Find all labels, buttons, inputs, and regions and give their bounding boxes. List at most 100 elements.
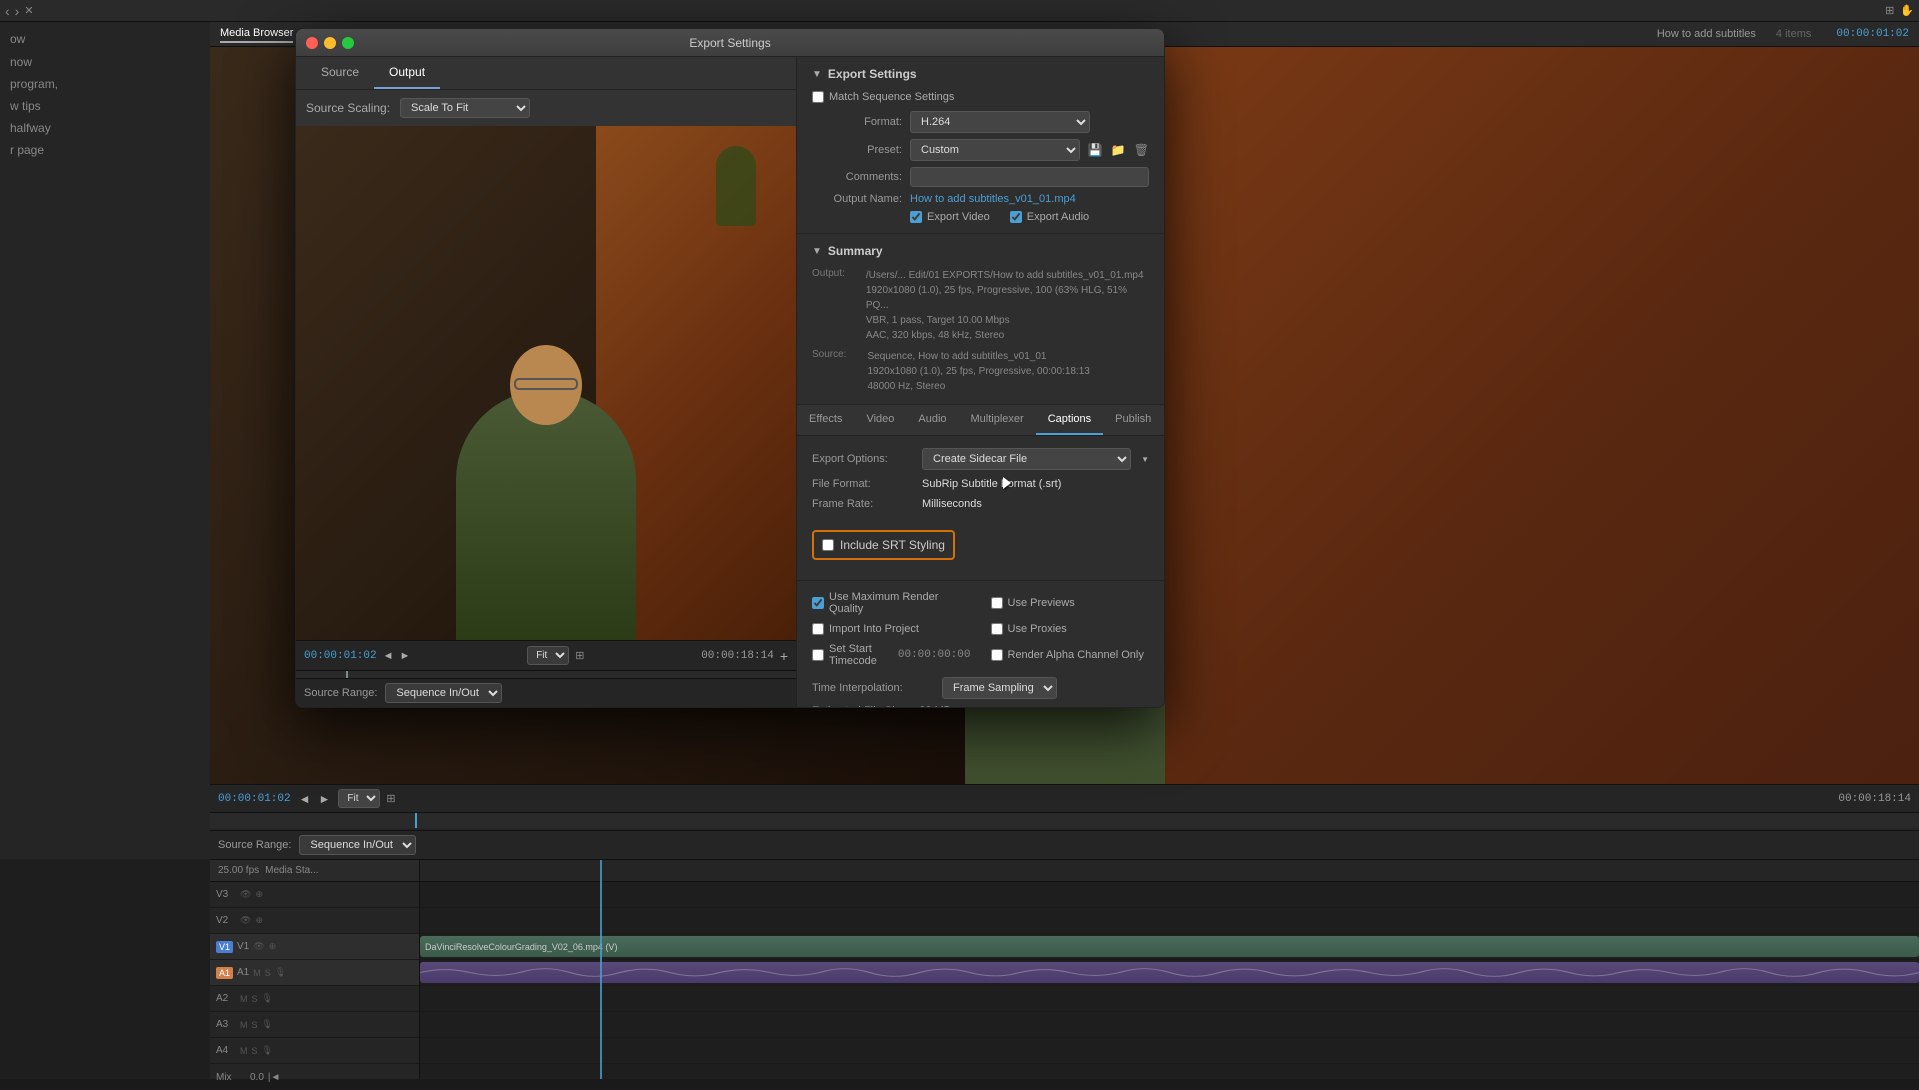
format-select[interactable]: H.264 — [910, 111, 1090, 133]
play-back-btn[interactable]: ◄ — [299, 792, 311, 806]
include-srt-container: Include SRT Styling — [812, 522, 1149, 568]
a4-s[interactable]: S — [252, 1046, 258, 1056]
comments-input[interactable] — [910, 167, 1149, 187]
fit-select[interactable]: Fit — [338, 789, 380, 808]
source-scaling-row: Source Scaling: Scale To Fit — [296, 90, 796, 126]
toolbar-back[interactable]: ‹ — [5, 3, 10, 19]
section-header-summary: ▼ Summary — [812, 244, 1149, 258]
v1-clip-label: DaVinciResolveColourGrading_V02_06.mp4 (… — [425, 942, 617, 952]
output-name-link[interactable]: How to add subtitles_v01_01.mp4 — [910, 193, 1076, 205]
app-toolbar: ‹ › ✕ ⊞ ✋ — [0, 0, 1919, 22]
preset-save-icon[interactable]: 💾 — [1088, 143, 1103, 157]
crop-btn[interactable]: ⊞ — [575, 649, 584, 662]
tab-captions[interactable]: Captions — [1036, 405, 1103, 435]
use-max-render-text: Use Maximum Render Quality — [829, 591, 971, 615]
source-range-select[interactable]: Sequence In/Out — [299, 835, 416, 855]
use-proxies-checkbox[interactable] — [991, 623, 1003, 635]
sidebar-item-1: ow — [0, 22, 210, 51]
include-srt-checkbox[interactable] — [822, 539, 834, 551]
dialog-play-back[interactable]: ◄ — [383, 650, 394, 662]
set-start-timecode-checkbox[interactable] — [812, 649, 824, 661]
import-into-project-label[interactable]: Import Into Project — [812, 623, 971, 635]
settings-panel: ▼ Export Settings Match Sequence Setting… — [796, 57, 1164, 707]
toolbar-close[interactable]: ✕ — [24, 4, 33, 17]
dialog-fit-select[interactable]: Fit — [527, 646, 569, 665]
a1-solo[interactable]: S — [265, 968, 271, 978]
export-audio-label[interactable]: Export Audio — [1010, 211, 1089, 223]
dialog-playhead-bar[interactable] — [296, 670, 796, 678]
use-previews-checkbox[interactable] — [991, 597, 1003, 609]
collapse-toggle[interactable]: ▼ — [812, 69, 822, 80]
a2-m[interactable]: M — [240, 994, 248, 1004]
v2-label: V2 — [216, 915, 236, 926]
v1-icon-lock[interactable]: ⊕ — [269, 941, 277, 952]
interpolation-select[interactable]: Frame Sampling — [942, 677, 1057, 699]
add-marker-btn[interactable]: + — [780, 648, 788, 664]
export-options-select[interactable]: Create Sidecar File — [922, 448, 1131, 470]
preset-folder-icon[interactable]: 📁 — [1111, 143, 1126, 157]
tab-multiplexer[interactable]: Multiplexer — [959, 405, 1036, 435]
v3-icon-eye[interactable]: 👁 — [240, 889, 251, 900]
export-video-label[interactable]: Export Video — [910, 211, 990, 223]
a2-s[interactable]: S — [252, 994, 258, 1004]
set-start-timecode-label[interactable]: Set Start Timecode 00:00:00:00 — [812, 643, 971, 667]
playhead-timeline[interactable] — [210, 812, 1919, 828]
a1-clip[interactable] — [420, 962, 1919, 983]
close-button[interactable] — [306, 37, 318, 49]
track-v3-content — [420, 882, 1919, 908]
tab-media-browser[interactable]: Media Browser — [220, 25, 293, 43]
tab-audio[interactable]: Audio — [906, 405, 958, 435]
render-alpha-checkbox[interactable] — [991, 649, 1003, 661]
a3-s[interactable]: S — [252, 1020, 258, 1030]
v3-icon-lock[interactable]: ⊕ — [255, 889, 263, 900]
include-srt-row[interactable]: Include SRT Styling — [812, 530, 955, 560]
summary-collapse-toggle[interactable]: ▼ — [812, 246, 822, 257]
match-sequence-label[interactable]: Match Sequence Settings — [812, 91, 1149, 103]
import-into-project-checkbox[interactable] — [812, 623, 824, 635]
frame-rate-row: Frame Rate: Milliseconds — [812, 498, 1149, 510]
dialog-play[interactable]: ► — [400, 650, 411, 662]
preview-bottom: 00:00:01:02 ◄ ► Fit ⊞ 00:00:18:14 + — [296, 640, 796, 707]
minimize-button[interactable] — [324, 37, 336, 49]
tab-effects[interactable]: Effects — [797, 405, 854, 435]
include-srt-label: Include SRT Styling — [840, 538, 945, 552]
maximize-button[interactable] — [342, 37, 354, 49]
dialog-source-range-select[interactable]: Sequence In/Out — [385, 683, 502, 703]
export-checkboxes: Export Video Export Audio — [910, 211, 1149, 223]
v1-icon-eye[interactable]: 👁 — [253, 941, 264, 952]
mix-icon[interactable]: |◄ — [268, 1072, 281, 1083]
preset-delete-icon[interactable]: 🗑 — [1134, 143, 1149, 157]
preset-row: Preset: Custom 💾 📁 🗑 — [812, 139, 1149, 161]
export-video-checkbox[interactable] — [910, 211, 922, 223]
preview-panel: Source Output Source Scaling: Scale To F… — [296, 57, 796, 707]
toolbar-forward[interactable]: › — [15, 3, 20, 19]
source-name: Sequence, How to add subtitles_v01_01 — [867, 349, 1089, 364]
match-sequence-row: Match Sequence Settings — [812, 91, 1149, 103]
source-scaling-select[interactable]: Scale To Fit — [400, 98, 530, 118]
a3-m[interactable]: M — [240, 1020, 248, 1030]
a1-icon[interactable]: M — [253, 968, 261, 978]
v2-icon-lock[interactable]: ⊕ — [255, 915, 263, 926]
tab-source[interactable]: Source — [306, 57, 374, 89]
v2-icon-eye[interactable]: 👁 — [240, 915, 251, 926]
use-max-render-checkbox[interactable] — [812, 597, 824, 609]
use-max-render-label[interactable]: Use Maximum Render Quality — [812, 591, 971, 615]
export-audio-checkbox[interactable] — [1010, 211, 1022, 223]
dialog-body: Source Output Source Scaling: Scale To F… — [296, 57, 1164, 707]
match-sequence-checkbox[interactable] — [812, 91, 824, 103]
preset-select[interactable]: Custom — [910, 139, 1080, 161]
frame-rate-label: Frame Rate: — [812, 498, 912, 510]
comments-label: Comments: — [812, 171, 902, 183]
use-proxies-label[interactable]: Use Proxies — [991, 623, 1150, 635]
import-into-project-text: Import Into Project — [829, 623, 919, 635]
play-btn[interactable]: ► — [319, 792, 331, 806]
v1-clip[interactable]: DaVinciResolveColourGrading_V02_06.mp4 (… — [420, 936, 1919, 957]
render-alpha-label[interactable]: Render Alpha Channel Only — [991, 643, 1150, 667]
tab-output[interactable]: Output — [374, 57, 440, 89]
source-details2: 48000 Hz, Stereo — [867, 379, 1089, 394]
tab-video[interactable]: Video — [854, 405, 906, 435]
tab-publish[interactable]: Publish — [1103, 405, 1163, 435]
use-previews-label[interactable]: Use Previews — [991, 591, 1150, 615]
a4-m[interactable]: M — [240, 1046, 248, 1056]
a1-mic: 🎙 — [275, 967, 286, 978]
